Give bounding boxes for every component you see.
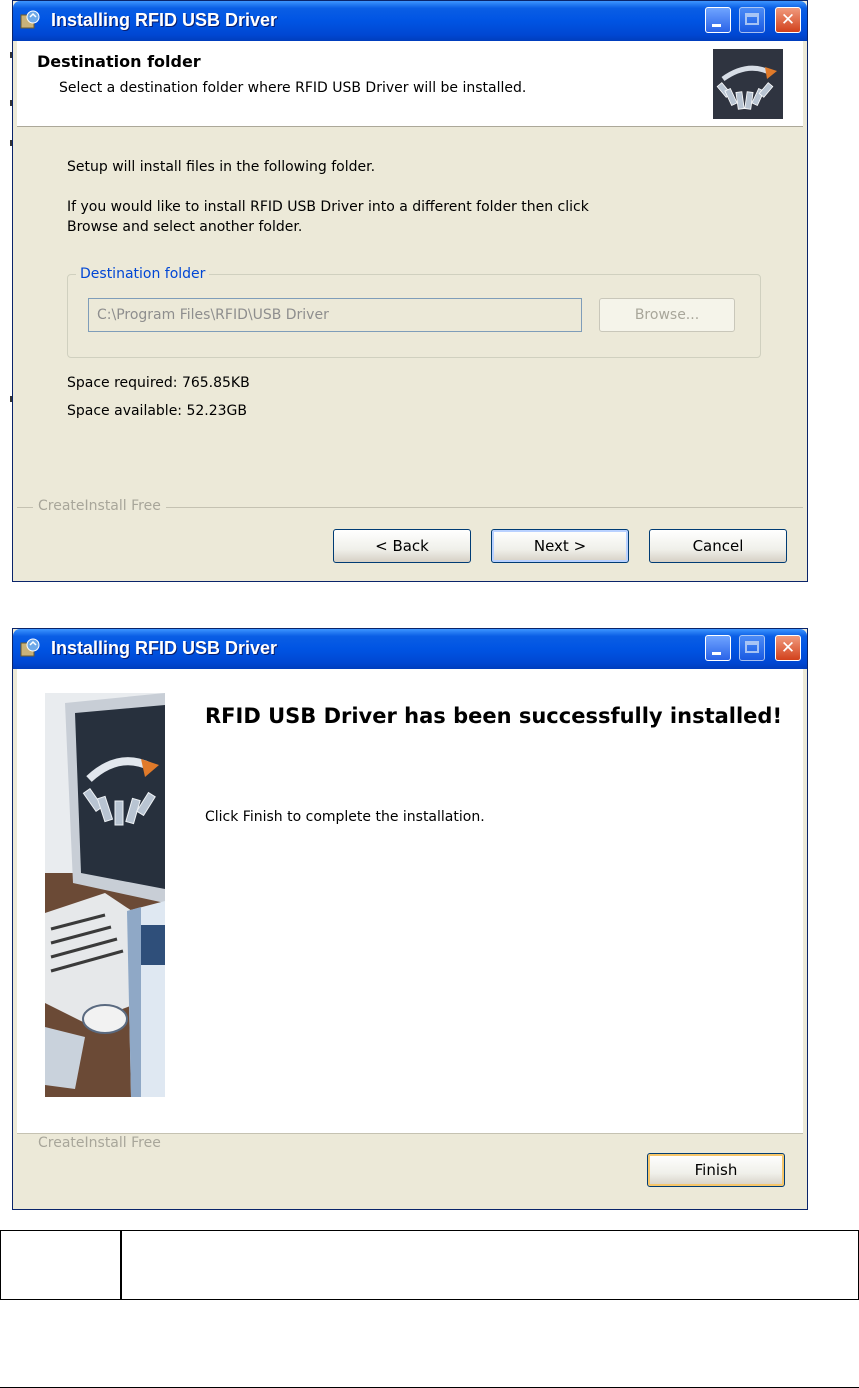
browse-button[interactable]: Browse...: [599, 298, 735, 332]
minimize-icon: [712, 652, 721, 655]
installer-icon: [20, 638, 40, 657]
close-button[interactable]: ✕: [775, 635, 801, 661]
space-required-text: Space required: 765.85KB: [67, 375, 250, 391]
computer-illustration: [45, 693, 165, 1097]
window-title: Installing RFID USB Driver: [51, 10, 278, 30]
minimize-button[interactable]: [705, 635, 731, 661]
footer-separator: [17, 1133, 803, 1134]
success-message: Click Finish to complete the installatio…: [205, 809, 485, 825]
window-title: Installing RFID USB Driver: [51, 638, 278, 658]
title-bar[interactable]: Installing RFID USB Driver ✕: [13, 629, 807, 669]
createinstall-logo-icon: [713, 49, 783, 119]
back-button[interactable]: < Back: [333, 529, 471, 563]
installer-icon: [20, 10, 40, 29]
maximize-icon: [745, 641, 759, 653]
table-column-divider: [120, 1231, 122, 1299]
next-button[interactable]: Next >: [491, 529, 629, 563]
instruction-line-2: Browse and select another folder.: [67, 219, 303, 235]
wizard-header: Destination folder Select a destination …: [17, 41, 803, 127]
maximize-button[interactable]: [739, 7, 765, 33]
groupbox-label: Destination folder: [76, 266, 210, 282]
title-bar[interactable]: Installing RFID USB Driver ✕: [13, 1, 807, 41]
page-subtitle: Select a destination folder where RFID U…: [59, 80, 527, 96]
finish-pane: RFID USB Driver has been successfully in…: [17, 669, 803, 1133]
installer-window-destination: Installing RFID USB Driver ✕ Destination…: [12, 0, 808, 582]
document-table: [0, 1230, 859, 1300]
footer-brand: CreateInstall Free: [38, 1135, 161, 1151]
page-title: Destination folder: [37, 52, 201, 71]
cancel-button[interactable]: Cancel: [649, 529, 787, 563]
intro-text: Setup will install files in the followin…: [67, 159, 376, 175]
close-icon: ✕: [780, 10, 796, 30]
footer-brand: CreateInstall Free: [33, 498, 166, 514]
destination-path-field[interactable]: [88, 298, 582, 332]
finish-button[interactable]: Finish: [647, 1153, 785, 1187]
close-button[interactable]: ✕: [775, 7, 801, 33]
installer-window-finish: Installing RFID USB Driver ✕ RFID USB Dr…: [12, 628, 808, 1210]
minimize-icon: [712, 24, 721, 27]
close-icon: ✕: [780, 638, 796, 658]
maximize-icon: [745, 13, 759, 25]
maximize-button[interactable]: [739, 635, 765, 661]
instruction-line-1: If you would like to install RFID USB Dr…: [67, 199, 589, 215]
minimize-button[interactable]: [705, 7, 731, 33]
success-heading: RFID USB Driver has been successfully in…: [205, 704, 783, 728]
space-available-text: Space available: 52.23GB: [67, 403, 248, 419]
